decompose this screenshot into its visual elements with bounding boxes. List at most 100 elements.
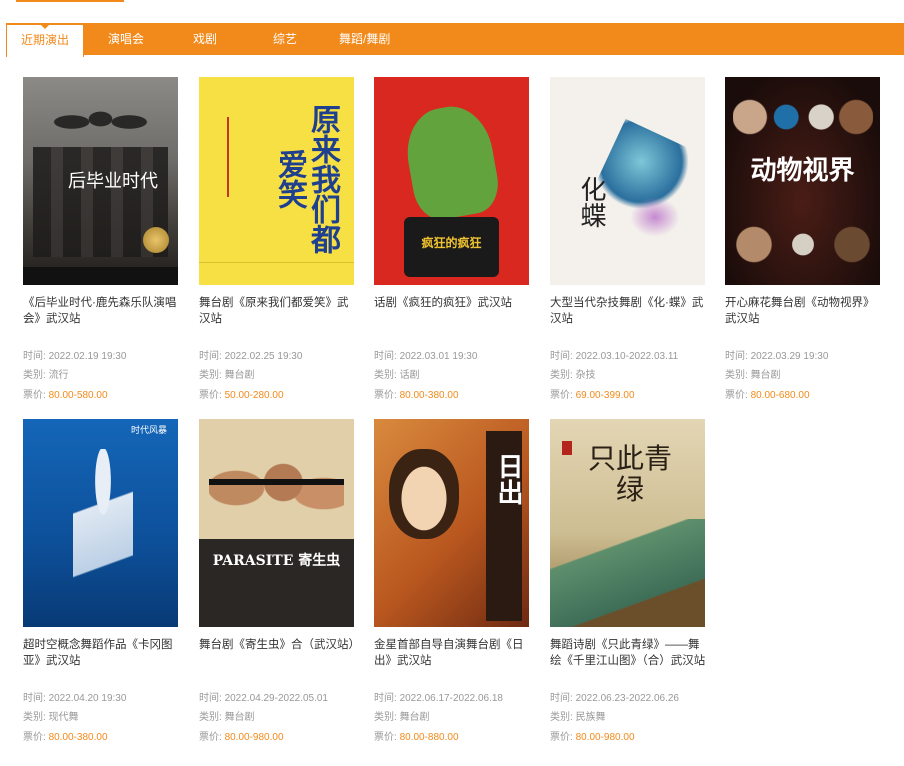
- time-label: 时间:: [23, 693, 49, 704]
- poster-title: 时代风暴: [131, 426, 168, 436]
- show-poster[interactable]: 化蝶: [550, 77, 705, 285]
- show-card[interactable]: 后毕业时代 《后毕业时代·鹿先森乐队演唱会》武汉站 时间: 2022.02.19…: [23, 77, 183, 401]
- show-card[interactable]: 只此青绿 舞蹈诗剧《只此青绿》——舞绘《千里江山图》（合）武汉站 时间: 202…: [550, 419, 710, 743]
- show-card[interactable]: 化蝶 大型当代杂技舞剧《化·蝶》武汉站 时间: 2022.03.10-2022.…: [550, 77, 710, 401]
- category-value: 舞台剧: [224, 370, 255, 381]
- show-price: 票价: 80.00-880.00: [374, 728, 459, 743]
- show-price: 票价: 80.00-680.00: [725, 386, 810, 401]
- show-category: 类别: 舞台剧: [199, 366, 255, 381]
- show-category: 类别: 舞台剧: [374, 708, 430, 723]
- tab-concerts[interactable]: 演唱会: [108, 23, 144, 55]
- poster-title: 原来我们都爱笑: [272, 104, 340, 254]
- poster-faces: [209, 444, 344, 554]
- price-label: 票价:: [374, 390, 400, 401]
- poster-title: 日出: [493, 453, 523, 505]
- poster-title: 只此青绿: [587, 442, 672, 506]
- show-card[interactable]: PARASITE 寄生虫 舞台剧《寄生虫》合（武汉站） 时间: 2022.04.…: [199, 419, 360, 743]
- category-label: 类别:: [550, 712, 576, 723]
- price-value: 80.00-680.00: [750, 390, 810, 401]
- show-category: 类别: 舞台剧: [199, 708, 255, 723]
- show-title[interactable]: 超时空概念舞蹈作品《卡冈图亚》武汉站: [23, 637, 183, 671]
- show-poster[interactable]: 日出: [374, 419, 529, 627]
- tab-recent-shows[interactable]: 近期演出: [6, 24, 84, 57]
- time-value: 2022.02.25 19:30: [224, 351, 303, 362]
- show-poster[interactable]: PARASITE 寄生虫: [199, 419, 354, 627]
- category-label: 类别:: [199, 370, 225, 381]
- category-label: 类别:: [550, 370, 576, 381]
- show-poster[interactable]: 原来我们都爱笑: [199, 77, 354, 285]
- show-time: 时间: 2022.02.25 19:30: [199, 347, 302, 362]
- price-value: 80.00-380.00: [48, 732, 108, 743]
- price-value: 69.00-399.00: [575, 390, 635, 401]
- category-value: 舞台剧: [224, 712, 255, 723]
- price-value: 80.00-580.00: [48, 390, 108, 401]
- price-label: 票价:: [23, 390, 49, 401]
- show-card[interactable]: 疯狂的疯狂 话剧《疯狂的疯狂》武汉站 时间: 2022.03.01 19:30 …: [374, 77, 534, 401]
- show-title[interactable]: 舞蹈诗剧《只此青绿》——舞绘《千里江山图》（合）武汉站: [550, 637, 710, 671]
- show-title[interactable]: 大型当代杂技舞剧《化·蝶》武汉站: [550, 295, 710, 329]
- show-title[interactable]: 舞台剧《寄生虫》合（武汉站）: [199, 637, 360, 671]
- show-title[interactable]: 《后毕业时代·鹿先森乐队演唱会》武汉站: [23, 295, 183, 329]
- show-time: 时间: 2022.06.23-2022.06.26: [550, 689, 679, 704]
- tab-dance[interactable]: 舞蹈/舞剧: [339, 23, 390, 55]
- poster-title: 疯狂的疯狂: [421, 236, 482, 250]
- time-value: 2022.06.17-2022.06.18: [399, 693, 503, 704]
- tab-label: 近期演出: [20, 33, 69, 47]
- show-poster[interactable]: 时代风暴: [23, 419, 178, 627]
- price-value: 80.00-880.00: [399, 732, 459, 743]
- price-label: 票价:: [550, 390, 576, 401]
- show-category: 类别: 民族舞: [550, 708, 606, 723]
- show-poster[interactable]: 后毕业时代: [23, 77, 178, 285]
- category-label: 类别:: [374, 712, 400, 723]
- poster-figures: [43, 95, 158, 155]
- show-poster[interactable]: 只此青绿: [550, 419, 705, 627]
- show-title[interactable]: 金星首部自导自演舞台剧《日出》武汉站: [374, 637, 534, 671]
- time-label: 时间:: [374, 351, 400, 362]
- time-value: 2022.03.29 19:30: [750, 351, 829, 362]
- show-poster[interactable]: 疯狂的疯狂: [374, 77, 529, 285]
- show-poster[interactable]: 动物视界: [725, 77, 880, 285]
- show-category: 类别: 流行: [23, 366, 69, 381]
- price-label: 票价:: [23, 732, 49, 743]
- show-card[interactable]: 时代风暴 超时空概念舞蹈作品《卡冈图亚》武汉站 时间: 2022.04.20 1…: [23, 419, 183, 743]
- show-price: 票价: 80.00-980.00: [550, 728, 635, 743]
- category-value: 话剧: [399, 370, 420, 381]
- show-time: 时间: 2022.02.19 19:30: [23, 347, 126, 362]
- poster-title: 化蝶: [576, 176, 606, 228]
- poster-rule: [227, 117, 229, 197]
- time-label: 时间:: [23, 351, 49, 362]
- tab-label: 演唱会: [108, 32, 145, 46]
- show-time: 时间: 2022.03.10-2022.03.11: [550, 347, 678, 362]
- tab-caret-icon: [40, 24, 50, 29]
- show-card[interactable]: 动物视界 开心麻花舞台剧《动物视界》武汉站 时间: 2022.03.29 19:…: [725, 77, 885, 401]
- category-tab-bar: 近期演出 演唱会 戏剧 综艺 舞蹈/舞剧: [6, 23, 904, 57]
- show-category: 类别: 杂技: [550, 366, 596, 381]
- show-title[interactable]: 话剧《疯狂的疯狂》武汉站: [374, 295, 534, 329]
- show-card[interactable]: 原来我们都爱笑 舞台剧《原来我们都爱笑》武汉站 时间: 2022.02.25 1…: [199, 77, 359, 401]
- tab-variety[interactable]: 综艺: [273, 23, 297, 55]
- time-label: 时间:: [374, 693, 400, 704]
- poster-title: 动物视界: [750, 156, 855, 186]
- price-label: 票价:: [199, 390, 225, 401]
- show-title[interactable]: 开心麻花舞台剧《动物视界》武汉站: [725, 295, 885, 329]
- tab-label: 戏剧: [193, 32, 218, 46]
- category-label: 类别:: [23, 370, 49, 381]
- category-value: 杂技: [575, 370, 596, 381]
- show-price: 票价: 80.00-980.00: [199, 728, 284, 743]
- category-label: 类别:: [23, 712, 49, 723]
- category-value: 现代舞: [48, 712, 79, 723]
- price-value: 80.00-380.00: [399, 390, 459, 401]
- show-card[interactable]: 日出 金星首部自导自演舞台剧《日出》武汉站 时间: 2022.06.17-202…: [374, 419, 534, 743]
- show-time: 时间: 2022.03.29 19:30: [725, 347, 828, 362]
- time-label: 时间:: [199, 693, 225, 704]
- show-title[interactable]: 舞台剧《原来我们都爱笑》武汉站: [199, 295, 359, 329]
- time-label: 时间:: [725, 351, 751, 362]
- price-value: 80.00-980.00: [224, 732, 284, 743]
- category-label: 类别:: [374, 370, 400, 381]
- poster-footer: [23, 267, 178, 285]
- show-price: 票价: 69.00-399.00: [550, 386, 635, 401]
- category-value: 舞台剧: [399, 712, 430, 723]
- time-label: 时间:: [550, 693, 576, 704]
- price-label: 票价:: [550, 732, 576, 743]
- tab-drama[interactable]: 戏剧: [193, 23, 217, 55]
